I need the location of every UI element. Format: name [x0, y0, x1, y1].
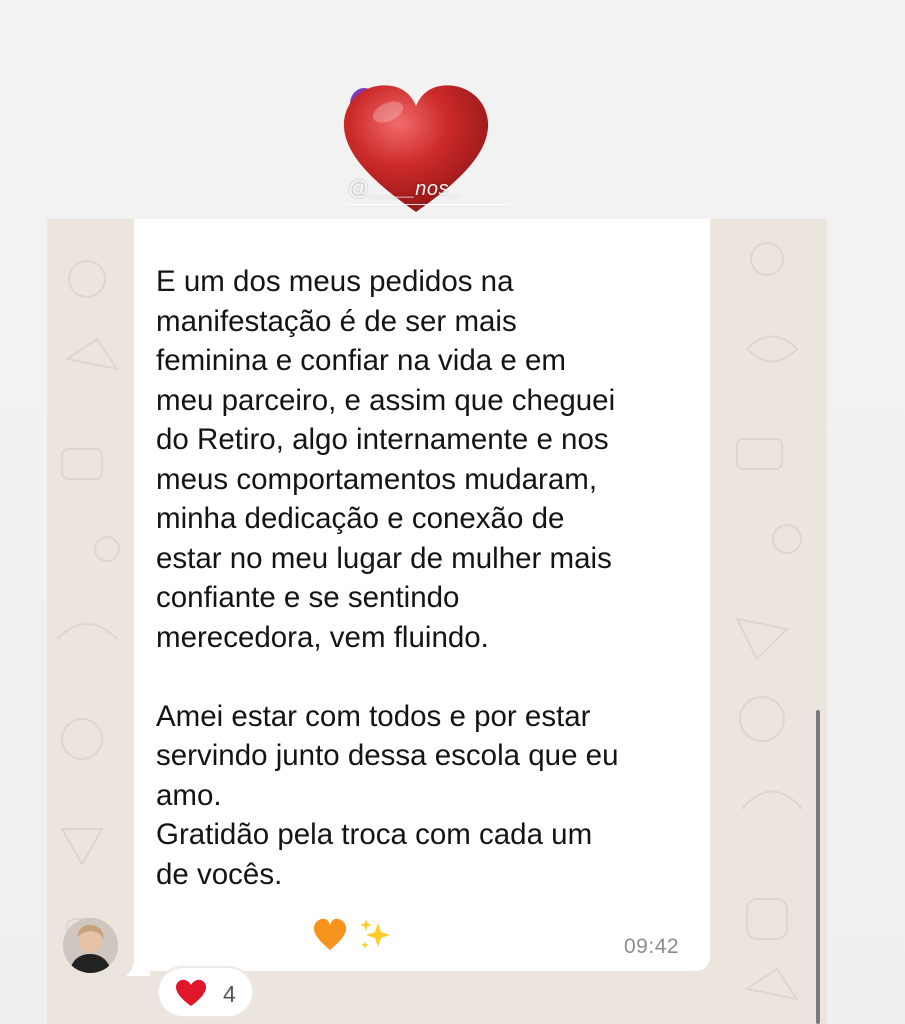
scrollbar[interactable]	[816, 710, 820, 1024]
message-text: E um dos meus pedidos na manifestação é …	[156, 265, 619, 891]
sticker-watermark: @____nos_	[348, 176, 510, 205]
avatar-image	[63, 918, 118, 973]
orange-heart-icon	[313, 918, 347, 950]
message-emojis	[312, 917, 400, 957]
red-heart-icon	[176, 979, 206, 1006]
message-timestamp: 09:42	[624, 935, 680, 958]
reaction-count: 4	[223, 981, 236, 1007]
sparkles-icon	[360, 919, 391, 949]
reaction-pill[interactable]: 4	[157, 966, 254, 1018]
bubble-tail	[126, 952, 150, 976]
sender-avatar[interactable]	[63, 918, 118, 973]
